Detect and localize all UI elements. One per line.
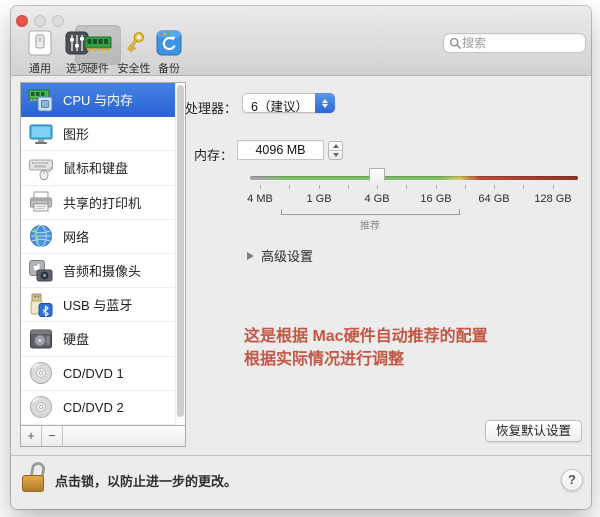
processor-label: 处理器： (184, 101, 237, 116)
backup-icon (154, 28, 184, 58)
sidebar-item-cd-dvd-1[interactable]: CD/DVD 1 (21, 357, 185, 391)
stepper-up-icon[interactable] (329, 142, 342, 151)
stepper-down-icon[interactable] (329, 151, 342, 160)
sidebar-item-label: CD/DVD 1 (63, 365, 124, 381)
sidebar-item-label: 图形 (63, 127, 90, 143)
sidebar-item-label: 网络 (63, 229, 90, 245)
sidebar-item-sound-camera[interactable]: 音频和摄像头 (21, 254, 185, 289)
annotation-text: 这是根据 Mac硬件自动推荐的配置 根据实际情况进行调整 (244, 326, 488, 371)
slider-label-1gb: 1 GB (306, 193, 332, 205)
recommended-label: 推荐 (360, 221, 380, 232)
unlocked-padlock-icon[interactable] (22, 460, 48, 500)
disclosure-triangle-icon (247, 251, 254, 260)
add-device-button[interactable]: + (21, 426, 42, 446)
sidebar-item-hard-disk[interactable]: 硬盘 (21, 322, 185, 357)
sidebar-item-network[interactable]: 网络 (21, 220, 185, 254)
advanced-settings-label: 高级设置 (261, 249, 314, 264)
search-field[interactable] (443, 33, 586, 53)
recommended-range-bracket (281, 209, 460, 215)
slider-label-4gb: 4 GB (364, 193, 390, 205)
search-icon (449, 37, 462, 49)
sidebar-item-label: CPU 与内存 (63, 93, 134, 109)
usb-bluetooth-icon (30, 293, 53, 317)
graphics-monitor-icon (29, 124, 53, 144)
memory-label: 内存： (193, 148, 233, 163)
slider-label-64gb: 64 GB (478, 193, 510, 205)
annotation-line-1: 这是根据 Mac硬件自动推荐的配置 (244, 328, 488, 345)
hard-disk-icon (30, 329, 52, 349)
lock-hint-text: 点击锁，以防止进一步的更改。 (55, 474, 238, 489)
sidebar-toolbar: + − (21, 425, 185, 446)
minimize-button[interactable] (34, 15, 46, 27)
toolbar-item-backup[interactable]: 备份 (145, 28, 193, 76)
processor-value: 6（建议） (251, 100, 308, 114)
search-input[interactable] (462, 36, 572, 50)
advanced-settings-disclosure[interactable]: 高级设置 (247, 246, 313, 265)
help-button[interactable]: ? (561, 469, 583, 491)
scrollbar-thumb[interactable] (177, 85, 184, 417)
remove-device-button[interactable]: − (42, 426, 63, 446)
network-globe-icon (30, 225, 52, 248)
restore-defaults-button[interactable]: 恢复默认设置 (485, 420, 582, 442)
sidebar-scrollbar[interactable] (175, 83, 185, 425)
popup-arrows-icon (315, 93, 335, 113)
slider-label-4mb: 4 MB (247, 193, 273, 205)
memory-input[interactable]: 4096 MB (237, 140, 324, 160)
cd-disc-icon (30, 362, 52, 385)
sidebar-item-label: 共享的打印机 (63, 195, 142, 211)
toolbar-label: 备份 (158, 63, 180, 75)
sidebar-item-cd-dvd-2[interactable]: CD/DVD 2 (21, 391, 185, 425)
hardware-device-list: CPU 与内存 图形 鼠标和键盘 共享的打印机 网络 音频和摄像头 USB 与蓝… (20, 82, 186, 447)
sidebar-item-label: 音频和摄像头 (63, 264, 142, 280)
slider-label-16gb: 16 GB (420, 193, 452, 205)
sidebar-item-label: USB 与蓝牙 (63, 298, 133, 314)
sidebar-item-label: 鼠标和键盘 (63, 161, 129, 177)
screenshot: 通用 选项 硬件 安全性 备份 搜索 CPU 与内存 图形 鼠标和键盘 共享的打… (0, 0, 600, 517)
mouse-keyboard-icon (29, 159, 53, 181)
cpu-memory-icon (28, 89, 53, 112)
slider-label-128gb: 128 GB (534, 193, 572, 205)
sidebar-item-label: 硬盘 (63, 332, 90, 348)
memory-slider-track[interactable] (250, 176, 578, 180)
general-icon (25, 28, 55, 58)
sidebar-item-shared-printers[interactable]: 共享的打印机 (21, 186, 185, 220)
footer-bar: 点击锁，以防止进一步的更改。 ? (11, 455, 591, 509)
zoom-button[interactable] (52, 15, 64, 27)
printer-icon (30, 191, 52, 212)
vm-settings-window: 通用 选项 硬件 安全性 备份 搜索 CPU 与内存 图形 鼠标和键盘 共享的打… (11, 6, 591, 509)
titlebar: 通用 选项 硬件 安全性 备份 搜索 (11, 6, 591, 76)
close-button[interactable] (16, 15, 28, 27)
memory-stepper[interactable] (328, 141, 343, 160)
sidebar-item-label: CD/DVD 2 (63, 399, 124, 415)
cd-disc-icon (30, 396, 52, 419)
processor-popup[interactable]: 6（建议） (242, 93, 335, 114)
hardware-ram-icon (83, 28, 113, 58)
sound-camera-icon (29, 259, 53, 282)
annotation-line-2: 根据实际情况进行调整 (244, 350, 405, 368)
sidebar-item-usb-bluetooth[interactable]: USB 与蓝牙 (21, 288, 185, 323)
